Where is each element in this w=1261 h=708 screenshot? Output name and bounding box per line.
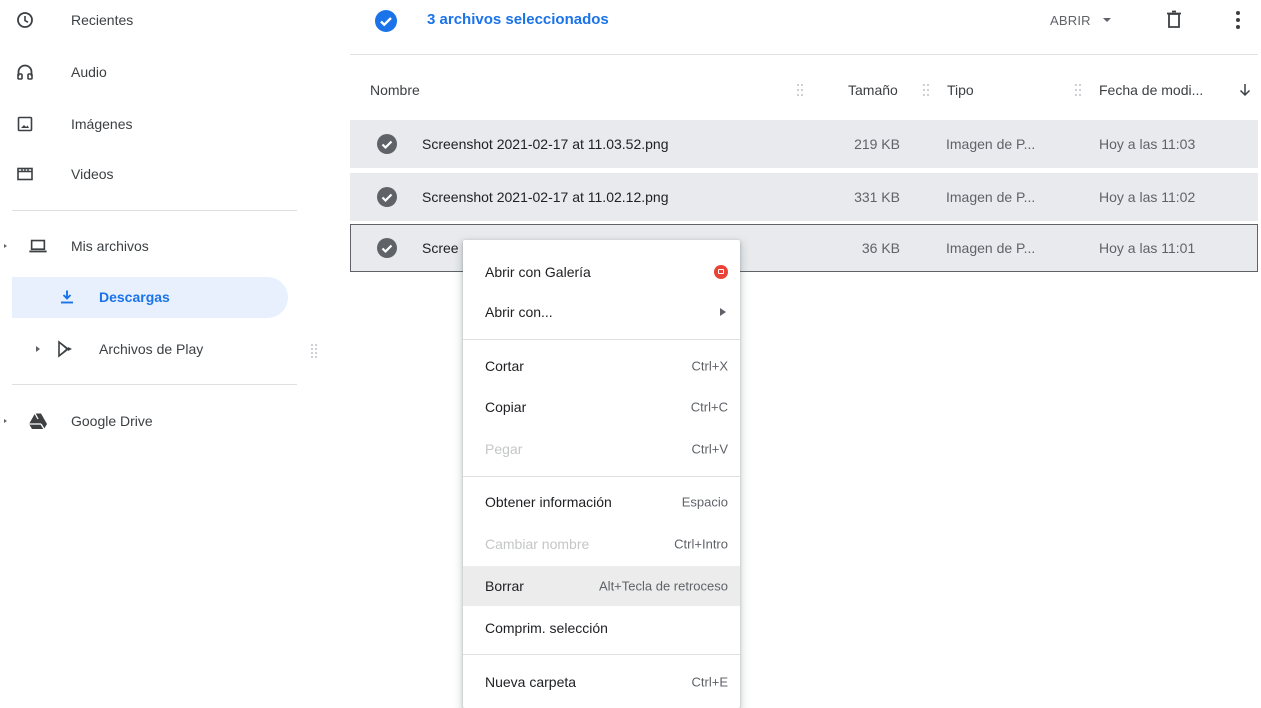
file-type: Imagen de P... [946,240,1036,256]
sidebar-item-label: Audio [71,64,107,80]
delete-button[interactable] [1162,8,1186,32]
file-size: 219 KB [854,136,900,152]
menu-item-zip-selection[interactable]: Comprim. selección [463,608,740,648]
table-row[interactable]: Screenshot 2021-02-17 at 11.03.52.png 21… [350,120,1258,168]
selection-check-icon[interactable] [374,9,398,33]
file-date: Hoy a las 11:03 [1099,136,1196,152]
check-circle-icon[interactable] [376,186,398,208]
menu-divider [463,339,740,340]
file-size: 331 KB [854,189,900,205]
file-name: Screenshot 2021-02-17 at 11.03.52.png [422,136,669,152]
sidebar-item-label: Videos [71,166,114,182]
chevron-down-icon [1102,18,1111,22]
image-icon [15,114,35,134]
submenu-arrow-icon [720,308,726,316]
file-name: Screenshot 2021-02-17 at 11.02.12.png [422,189,669,205]
expand-arrow-icon[interactable] [4,419,7,423]
column-header-date[interactable]: Fecha de modi... [1099,82,1203,98]
header-divider [350,54,1258,55]
menu-item-open-with-gallery[interactable]: Abrir con Galería [463,252,740,292]
google-drive-icon [28,411,48,431]
menu-item-label: Copiar [485,399,527,415]
sidebar-item-recientes[interactable]: Recientes [0,0,300,40]
selection-count-text: 3 archivos seleccionados [427,11,609,28]
sidebar-item-audio[interactable]: Audio [0,52,300,92]
gallery-app-icon [714,265,728,279]
column-resize-handle[interactable] [1074,82,1082,98]
file-size: 36 KB [861,240,900,256]
menu-item-shortcut: Alt+Tecla de retroceso [599,578,728,594]
menu-item-label: Obtener información [485,494,612,510]
menu-item-shortcut: Espacio [681,494,728,510]
check-circle-icon[interactable] [376,237,398,259]
menu-item-label: Pegar [485,441,523,457]
film-icon [15,164,35,184]
more-vert-icon [1236,11,1240,29]
file-type: Imagen de P... [946,136,1036,152]
menu-item-open-with[interactable]: Abrir con... [463,292,740,332]
sidebar-item-label: Mis archivos [71,238,149,254]
menu-item-copy[interactable]: Copiar Ctrl+C [463,387,740,427]
menu-item-get-info[interactable]: Obtener información Espacio [463,482,740,522]
context-menu: Abrir con Galería Abrir con... Cortar Ct… [463,240,740,708]
menu-divider [463,654,740,655]
menu-item-label: Abrir con Galería [485,264,591,280]
file-date: Hoy a las 11:01 [1099,240,1196,256]
headphones-icon [15,62,35,82]
column-resize-handle[interactable] [922,82,930,98]
menu-item-cut[interactable]: Cortar Ctrl+X [463,346,740,386]
clock-icon [15,10,35,30]
table-row[interactable]: Screenshot 2021-02-17 at 11.02.12.png 33… [350,173,1258,221]
sidebar-item-label: Recientes [71,12,134,28]
menu-item-shortcut: Ctrl+C [690,399,728,415]
check-circle-icon[interactable] [376,133,398,155]
menu-item-shortcut: Ctrl+V [691,441,728,457]
sidebar-divider [12,210,297,211]
download-icon [57,287,77,307]
sidebar-item-label: Google Drive [71,413,153,429]
menu-item-label: Cambiar nombre [485,536,590,552]
column-header-type[interactable]: Tipo [947,82,974,98]
sidebar-resize-handle[interactable] [310,343,318,359]
play-store-icon [56,339,76,359]
open-button[interactable]: ABRIR [1050,6,1111,34]
menu-item-shortcut: Ctrl+X [691,358,728,374]
open-button-label: ABRIR [1050,12,1091,28]
sidebar-item-descargas-content[interactable]: Descargas [0,277,300,317]
menu-item-paste[interactable]: Pegar Ctrl+V [463,429,740,469]
menu-item-shortcut: Ctrl+Intro [674,536,728,552]
menu-item-label: Cortar [485,358,524,374]
laptop-icon [28,236,48,256]
sidebar-item-google-drive[interactable]: Google Drive [0,401,300,441]
sidebar-item-label: Descargas [99,289,170,305]
menu-item-label: Nueva carpeta [485,674,577,690]
menu-item-label: Comprim. selección [485,620,608,636]
column-header-size[interactable]: Tamaño [848,82,898,98]
file-type: Imagen de P... [946,189,1036,205]
expand-arrow-icon[interactable] [4,244,7,248]
menu-divider [463,476,740,477]
sidebar-item-imagenes[interactable]: Imágenes [0,104,300,144]
arrow-down-icon[interactable] [1237,82,1253,98]
more-options-button[interactable] [1226,8,1250,32]
menu-item-shortcut: Ctrl+E [691,674,728,690]
sidebar-item-archivos-de-play[interactable]: Archivos de Play [0,329,300,369]
menu-item-label: Abrir con... [485,304,553,320]
sidebar: Recientes Audio Imágenes Videos Mis arch… [0,0,317,708]
menu-item-new-folder[interactable]: Nueva carpeta Ctrl+E [463,662,740,702]
column-header-name[interactable]: Nombre [370,82,420,98]
sidebar-item-videos[interactable]: Videos [0,154,300,194]
sidebar-divider [12,384,297,385]
menu-item-delete[interactable]: Borrar Alt+Tecla de retroceso [463,566,740,606]
menu-item-rename[interactable]: Cambiar nombre Ctrl+Intro [463,524,740,564]
column-resize-handle[interactable] [796,82,804,98]
sidebar-item-label: Archivos de Play [99,341,204,357]
sidebar-item-label: Imágenes [71,116,133,132]
file-name: Scree [422,240,459,256]
trash-icon [1167,10,1181,28]
file-date: Hoy a las 11:02 [1099,189,1196,205]
sidebar-item-mis-archivos[interactable]: Mis archivos [0,226,300,266]
menu-item-label: Borrar [485,578,524,594]
expand-arrow-icon[interactable] [36,346,40,352]
